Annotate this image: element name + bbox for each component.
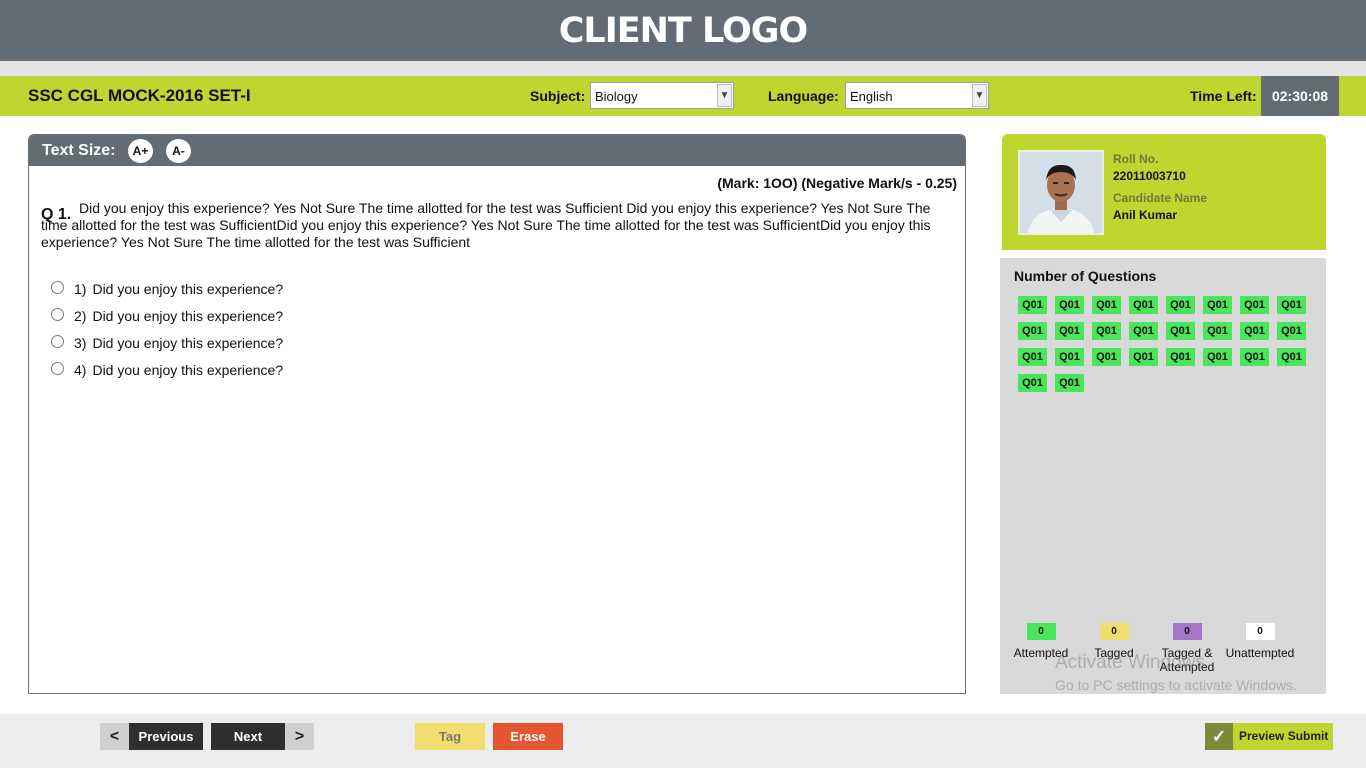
increase-text-size-button[interactable]: A+ <box>128 139 153 163</box>
preview-submit-label: Preview Submit <box>1239 729 1329 743</box>
question-palette: Number of Questions Q01 Q01 Q01 Q01 Q01 Q01 Q0… <box>1000 258 1326 694</box>
option-number: 4) <box>74 362 87 378</box>
chevron-down-icon[interactable]: ▼ <box>717 84 732 107</box>
legend-unattempted: 0 Unattempted <box>1222 623 1298 660</box>
question-text: Did you enjoy this experience? Yes Not S… <box>41 200 931 250</box>
subject-label: Subject: <box>530 88 586 104</box>
option-text: Did you enjoy this experience? <box>92 362 284 378</box>
question-palette-button[interactable]: Q01 <box>1129 348 1158 366</box>
roll-number-label: Roll No. <box>1113 152 1159 166</box>
checkmark-icon: ✓ <box>1205 723 1233 750</box>
radio-button[interactable] <box>51 280 64 294</box>
question-palette-button[interactable]: Q01 <box>1092 322 1121 340</box>
watermark-title: Activate Windows <box>1055 652 1205 673</box>
exam-title: SSC CGL MOCK-2016 SET-I <box>28 86 251 105</box>
previous-button[interactable]: Previous <box>129 723 203 750</box>
language-select-value: English <box>850 89 893 104</box>
question-palette-button[interactable]: Q01 <box>1129 296 1158 314</box>
header: CLIENT LOGO <box>0 0 1366 61</box>
option-text: Did you enjoy this experience? <box>92 308 284 324</box>
question-palette-button[interactable]: Q01 <box>1277 296 1306 314</box>
chevron-left-icon[interactable]: < <box>100 723 129 750</box>
option-2[interactable]: 2) Did you enjoy this experience? <box>51 307 284 324</box>
legend-label: Unattempted <box>1225 646 1295 660</box>
client-logo: CLIENT LOGO <box>558 10 809 51</box>
option-1[interactable]: 1) Did you enjoy this experience? <box>51 280 284 297</box>
question-palette-button[interactable]: Q01 <box>1018 296 1047 314</box>
erase-button[interactable]: Erase <box>493 723 563 750</box>
candidate-photo <box>1018 150 1104 235</box>
question-palette-button[interactable]: Q01 <box>1240 322 1269 340</box>
question-palette-button[interactable]: Q01 <box>1129 322 1158 340</box>
question-palette-button[interactable]: Q01 <box>1277 322 1306 340</box>
question-palette-button[interactable]: Q01 <box>1092 296 1121 314</box>
question-palette-button[interactable]: Q01 <box>1092 348 1121 366</box>
question-palette-button[interactable]: Q01 <box>1277 348 1306 366</box>
option-4[interactable]: 4) Did you enjoy this experience? <box>51 361 284 378</box>
option-number: 3) <box>74 335 87 351</box>
legend-count: 0 <box>1026 623 1056 640</box>
text-size-toolbar: Text Size: A+ A- <box>29 135 965 166</box>
question-palette-button[interactable]: Q01 <box>1240 348 1269 366</box>
language-label: Language: <box>768 88 839 104</box>
legend-count: 0 <box>1099 623 1129 640</box>
question-palette-button[interactable]: Q01 <box>1203 322 1232 340</box>
exam-bar: SSC CGL MOCK-2016 SET-I Subject: Biology… <box>0 76 1366 116</box>
text-size-label: Text Size: <box>42 142 116 159</box>
question-palette-button[interactable]: Q01 <box>1166 322 1195 340</box>
option-number: 2) <box>74 308 87 324</box>
option-number: 1) <box>74 281 87 297</box>
next-button[interactable]: Next <box>211 723 285 750</box>
roll-number-value: 22011003710 <box>1113 169 1186 183</box>
header-strip <box>0 61 1366 76</box>
question-panel: Text Size: A+ A- (Mark: 1OO) (Negative M… <box>28 134 966 694</box>
question-palette-button[interactable]: Q01 <box>1018 348 1047 366</box>
radio-button[interactable] <box>51 334 64 348</box>
legend-count: 0 <box>1245 623 1275 640</box>
option-text: Did you enjoy this experience? <box>92 281 284 297</box>
chevron-down-icon[interactable]: ▼ <box>972 84 987 107</box>
decrease-text-size-button[interactable]: A- <box>166 139 191 163</box>
candidate-name-label: Candidate Name <box>1113 191 1208 205</box>
subject-select-value: Biology <box>595 89 638 104</box>
question-palette-title: Number of Questions <box>1014 268 1157 284</box>
question-palette-button[interactable]: Q01 <box>1203 348 1232 366</box>
option-text: Did you enjoy this experience? <box>92 335 284 351</box>
radio-button[interactable] <box>51 361 64 375</box>
question-palette-grid: Q01 Q01 Q01 Q01 Q01 Q01 Q01 Q01 Q01 Q01 Q01 Q01 Q01 Q… <box>1018 296 1310 400</box>
question-palette-button[interactable]: Q01 <box>1055 322 1084 340</box>
preview-submit-button[interactable]: ✓ Preview Submit <box>1205 723 1333 750</box>
time-left-label: Time Left: <box>1190 88 1257 104</box>
chevron-right-icon[interactable]: > <box>285 723 314 750</box>
question-palette-button[interactable]: Q01 <box>1055 348 1084 366</box>
question-marks: (Mark: 1OO) (Negative Mark/s - 0.25) <box>717 175 957 191</box>
question-palette-button[interactable]: Q01 <box>1055 374 1084 392</box>
tag-button[interactable]: Tag <box>415 723 485 750</box>
language-select[interactable]: English ▼ <box>845 82 989 109</box>
option-3[interactable]: 3) Did you enjoy this experience? <box>51 334 284 351</box>
question-palette-button[interactable]: Q01 <box>1055 296 1084 314</box>
footer-toolbar: < Previous Next > Tag Erase ✓ Preview Su… <box>0 714 1366 768</box>
question-palette-button[interactable]: Q01 <box>1018 374 1047 392</box>
question-palette-button[interactable]: Q01 <box>1166 348 1195 366</box>
subject-select[interactable]: Biology ▼ <box>590 82 734 109</box>
question-palette-button[interactable]: Q01 <box>1166 296 1195 314</box>
legend-count: 0 <box>1172 623 1202 640</box>
radio-button[interactable] <box>51 307 64 321</box>
question-palette-button[interactable]: Q01 <box>1203 296 1232 314</box>
candidate-name-value: Anil Kumar <box>1113 208 1178 222</box>
question-palette-button[interactable]: Q01 <box>1018 322 1047 340</box>
time-left-value: 02:30:08 <box>1261 76 1339 116</box>
candidate-card: Roll No. 22011003710 Candidate Name Anil… <box>1002 134 1326 250</box>
question-palette-button[interactable]: Q01 <box>1240 296 1269 314</box>
watermark-subtitle: Go to PC settings to activate Windows. <box>1055 677 1297 693</box>
